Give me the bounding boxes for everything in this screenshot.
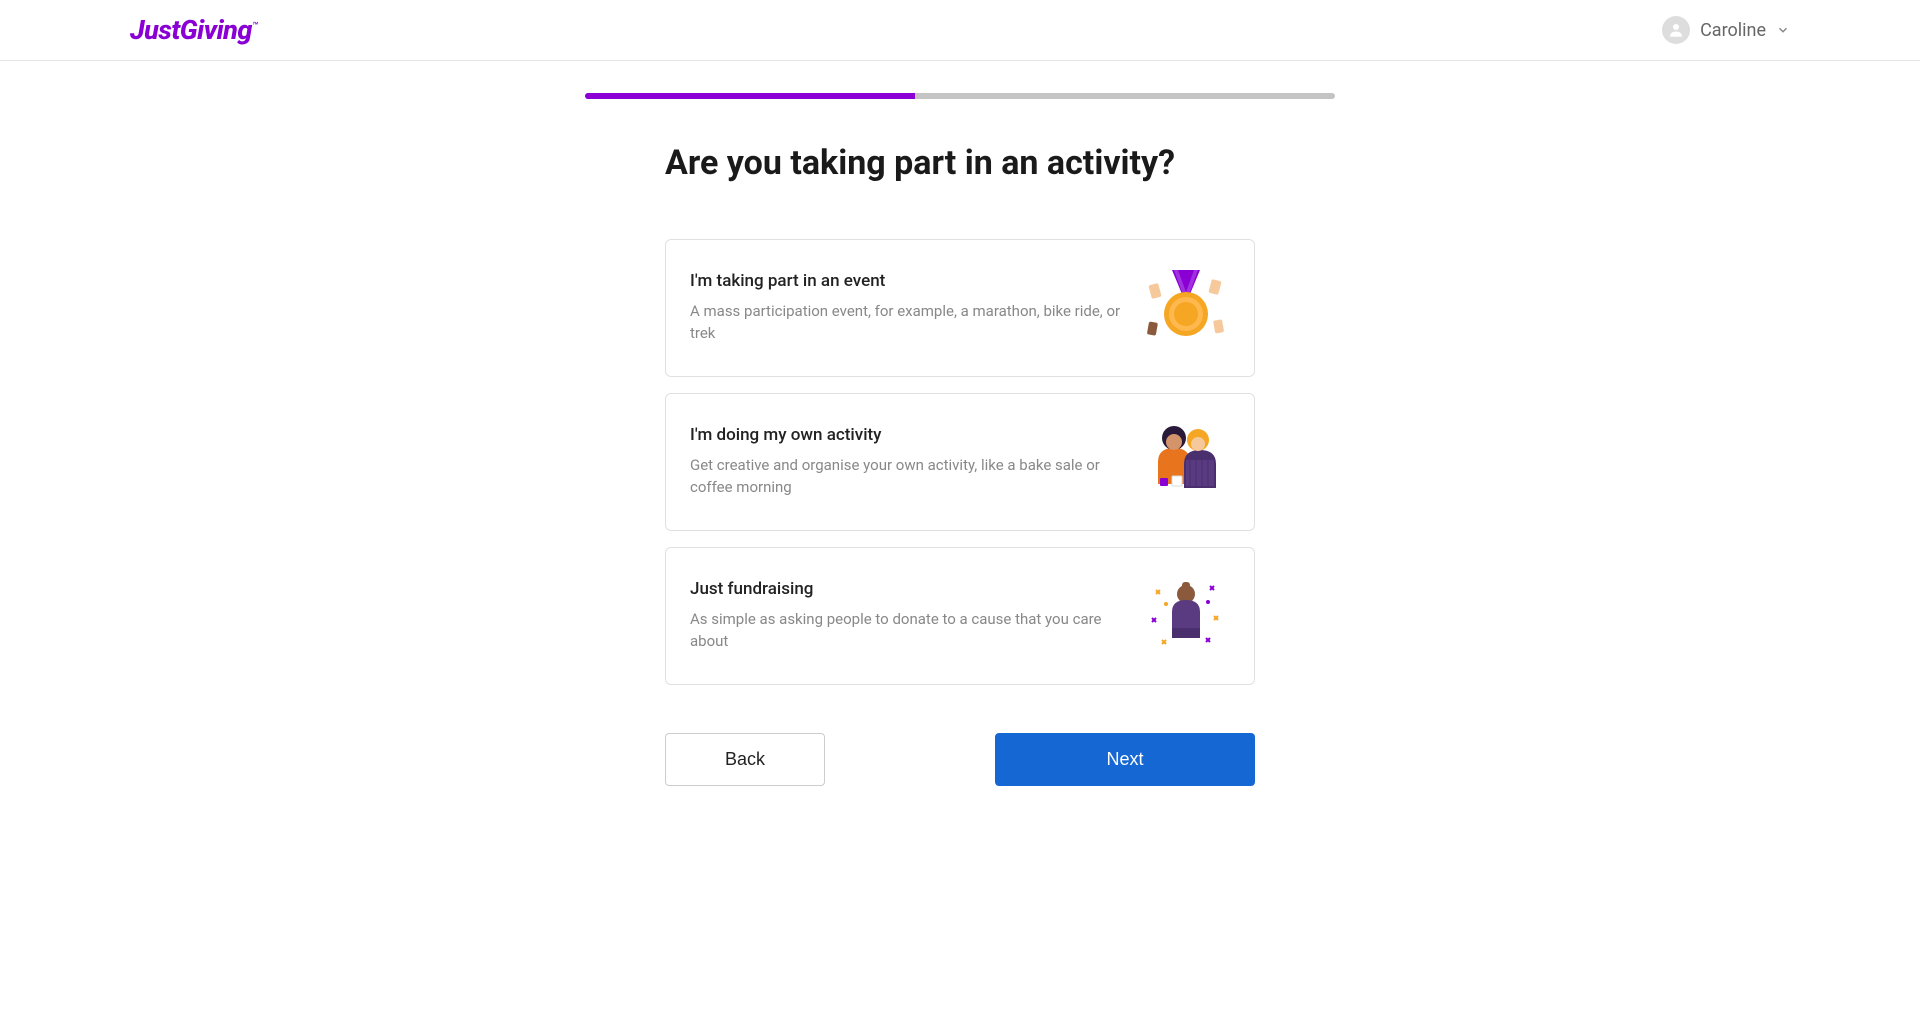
option-title: Just fundraising bbox=[690, 579, 1122, 599]
medal-illustration bbox=[1142, 266, 1230, 350]
progress-bar bbox=[585, 93, 1335, 99]
option-description: A mass participation event, for example,… bbox=[690, 301, 1122, 345]
option-title: I'm doing my own activity bbox=[690, 425, 1122, 445]
person-icon bbox=[1667, 21, 1685, 39]
people-illustration bbox=[1142, 420, 1230, 504]
avatar bbox=[1662, 16, 1690, 44]
page-title: Are you taking part in an activity? bbox=[665, 143, 1255, 183]
main-area: Are you taking part in an activity? I'm … bbox=[665, 143, 1255, 826]
button-row: Back Next bbox=[665, 733, 1255, 826]
back-button[interactable]: Back bbox=[665, 733, 825, 786]
option-text: Just fundraising As simple as asking peo… bbox=[690, 579, 1142, 653]
option-description: Get creative and organise your own activ… bbox=[690, 455, 1122, 499]
chevron-down-icon bbox=[1776, 23, 1790, 37]
progress-fill bbox=[585, 93, 915, 99]
user-menu[interactable]: Caroline bbox=[1662, 16, 1790, 44]
option-fundraising[interactable]: Just fundraising As simple as asking peo… bbox=[665, 547, 1255, 685]
user-name: Caroline bbox=[1700, 20, 1766, 41]
option-description: As simple as asking people to donate to … bbox=[690, 609, 1122, 653]
option-text: I'm doing my own activity Get creative a… bbox=[690, 425, 1142, 499]
option-text: I'm taking part in an event A mass parti… bbox=[690, 271, 1142, 345]
logo[interactable]: JustGiving™ bbox=[130, 14, 258, 46]
logo-text: JustGiving bbox=[130, 14, 252, 46]
next-button[interactable]: Next bbox=[995, 733, 1255, 786]
content-wrapper: Are you taking part in an activity? I'm … bbox=[585, 61, 1335, 826]
option-own-activity[interactable]: I'm doing my own activity Get creative a… bbox=[665, 393, 1255, 531]
logo-trademark: ™ bbox=[252, 21, 258, 32]
page-header: JustGiving™ Caroline bbox=[0, 0, 1920, 61]
option-title: I'm taking part in an event bbox=[690, 271, 1122, 291]
option-event[interactable]: I'm taking part in an event A mass parti… bbox=[665, 239, 1255, 377]
celebration-illustration bbox=[1142, 574, 1230, 658]
